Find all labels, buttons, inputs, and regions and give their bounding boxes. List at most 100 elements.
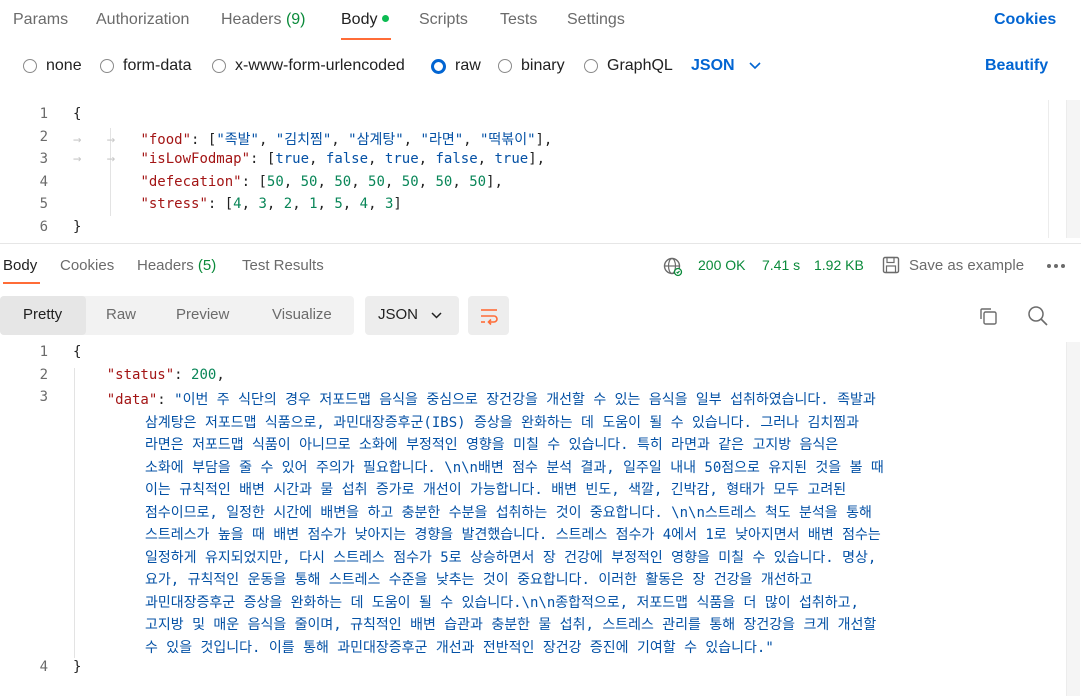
- data-value-line: 이는 규칙적인 배변 시간과 물 섭취 증가로 개선이 가능합니다. 배변 빈도…: [145, 482, 847, 498]
- radio-selected-icon: [431, 58, 446, 74]
- radio-form-data[interactable]: form-data: [100, 57, 191, 75]
- response-viewer-scrollbar[interactable]: [1066, 342, 1080, 696]
- line-number: 4: [39, 174, 48, 190]
- tab-params[interactable]: Params: [13, 11, 68, 29]
- body-format-label: JSON: [691, 57, 735, 74]
- indent-guide: [74, 368, 75, 658]
- radio-urlencoded-label: x-www-form-urlencoded: [235, 57, 405, 74]
- num-value: 50: [401, 174, 419, 190]
- tab-tests[interactable]: Tests: [500, 11, 537, 29]
- modified-dot-icon: [382, 15, 390, 22]
- radio-circle-icon: [498, 59, 512, 73]
- num-value: 50: [334, 174, 352, 190]
- copy-icon[interactable]: [978, 306, 998, 326]
- response-line-status: "status": 200,: [106, 367, 225, 383]
- save-as-example-label: Save as example: [909, 257, 1025, 274]
- num-value: 3: [384, 196, 394, 212]
- data-value-line: 라면은 저포드맵 식품이 아니므로 소화에 부정적인 영향을 미칠 수 있습니다…: [145, 437, 839, 453]
- line-number: 5: [39, 196, 48, 212]
- code-line-food: → → "food": ["족발", "김치찜", "삼계탕", "라면", "…: [73, 132, 553, 148]
- view-mode-visualize[interactable]: Visualize: [272, 306, 332, 323]
- pane-divider[interactable]: [0, 243, 1081, 244]
- request-body-editor[interactable]: [0, 100, 1081, 238]
- body-format-dropdown[interactable]: JSON: [691, 57, 762, 75]
- save-as-example-button[interactable]: Save as example: [882, 256, 1024, 275]
- tab-body[interactable]: Body: [341, 11, 390, 29]
- radio-urlencoded[interactable]: x-www-form-urlencoded: [212, 57, 405, 75]
- food-key: "food": [140, 132, 192, 148]
- defecation-key: "defecation": [140, 174, 242, 190]
- tab-scripts[interactable]: Scripts: [419, 11, 468, 29]
- line-number: 6: [39, 219, 48, 235]
- close-brace: }: [73, 219, 82, 235]
- chevron-down-icon: [749, 62, 761, 70]
- num-value: 50: [435, 174, 453, 190]
- line-number: 3: [39, 389, 48, 405]
- lowfodmap-key: "isLowFodmap": [140, 151, 251, 167]
- tab-headers[interactable]: Headers (9): [221, 11, 306, 29]
- cookies-link[interactable]: Cookies: [994, 11, 1056, 29]
- radio-none[interactable]: none: [23, 57, 82, 75]
- data-value-line: 일정하게 유지되었지만, 다시 스트레스 점수가 5로 상승하면서 장 건강에 …: [145, 550, 877, 566]
- num-value: 50: [266, 174, 284, 190]
- line-number: 3: [39, 151, 48, 167]
- save-icon: [882, 256, 900, 274]
- bool-value: true: [275, 151, 310, 167]
- radio-circle-icon: [212, 59, 226, 73]
- radio-circle-icon: [100, 59, 114, 73]
- num-value: 5: [334, 196, 343, 212]
- num-value: 4: [233, 196, 242, 212]
- num-value: 2: [283, 196, 293, 212]
- line-number: 2: [39, 367, 48, 383]
- view-mode-pretty[interactable]: Pretty: [23, 306, 62, 323]
- food-value: "김치찜": [275, 132, 332, 148]
- tab-settings[interactable]: Settings: [567, 11, 625, 29]
- food-value: "라면": [420, 132, 464, 148]
- headers-count: (9): [285, 11, 306, 28]
- num-value: 50: [300, 174, 318, 190]
- radio-graphql[interactable]: GraphQL: [584, 57, 673, 75]
- radio-raw-label: raw: [455, 57, 481, 74]
- data-value-line: 점수이므로, 일정한 시간에 배변을 하고 충분한 수분을 섭취하는 것이 중요…: [145, 505, 872, 521]
- chevron-down-icon: [431, 312, 442, 319]
- num-value: 4: [359, 196, 369, 212]
- data-value-line: 과민대장증후군 증상을 완화하는 데 도움이 될 수 있습니다.\n\n종합적으…: [145, 595, 859, 611]
- radio-circle-icon: [584, 59, 598, 73]
- view-mode-raw[interactable]: Raw: [106, 306, 136, 323]
- response-time[interactable]: 7.41 s: [762, 257, 800, 273]
- data-key: "data": [106, 392, 158, 408]
- radio-graphql-label: GraphQL: [607, 57, 673, 74]
- tab-authorization[interactable]: Authorization: [96, 11, 189, 29]
- response-tab-headers[interactable]: Headers (5): [137, 257, 216, 274]
- radio-raw[interactable]: raw: [431, 57, 481, 75]
- num-value: 50: [368, 174, 385, 190]
- request-editor-scrollbar[interactable]: [1066, 100, 1080, 238]
- more-options-icon[interactable]: [1046, 262, 1066, 270]
- open-brace: {: [73, 106, 82, 122]
- food-value: "떡볶이": [480, 132, 536, 148]
- num-value: 3: [258, 196, 267, 212]
- response-tab-test-results[interactable]: Test Results: [242, 257, 324, 274]
- line-number: 4: [39, 659, 48, 675]
- beautify-button[interactable]: Beautify: [985, 57, 1048, 75]
- status-code[interactable]: 200 OK: [698, 257, 745, 273]
- food-value: "족발": [216, 132, 259, 148]
- response-size[interactable]: 1.92 KB: [814, 257, 864, 273]
- globe-icon[interactable]: [663, 257, 683, 277]
- response-format-label: JSON: [378, 306, 419, 323]
- radio-form-data-label: form-data: [123, 57, 192, 74]
- view-mode-preview[interactable]: Preview: [176, 306, 229, 323]
- radio-binary[interactable]: binary: [498, 57, 565, 75]
- data-value-line: 소화에 부담을 줄 수 있어 주의가 필요합니다. \n\n배변 점수 분석 결…: [145, 460, 884, 476]
- data-value-line: 스트레스가 높을 때 배변 점수가 낮아지는 경향을 발견했습니다. 스트레스 …: [145, 527, 881, 543]
- response-tab-headers-label: Headers: [137, 257, 194, 274]
- radio-none-label: none: [46, 57, 82, 74]
- wrap-lines-icon: [481, 309, 498, 326]
- status-value: 200: [191, 367, 217, 383]
- status-key: "status": [106, 367, 175, 383]
- bool-value: true: [384, 151, 419, 167]
- code-line-stress: "stress": [4, 3, 2, 1, 5, 4, 3]: [140, 196, 402, 212]
- response-tab-body[interactable]: Body: [3, 257, 37, 274]
- response-tab-cookies[interactable]: Cookies: [60, 257, 114, 274]
- search-icon[interactable]: [1027, 305, 1049, 327]
